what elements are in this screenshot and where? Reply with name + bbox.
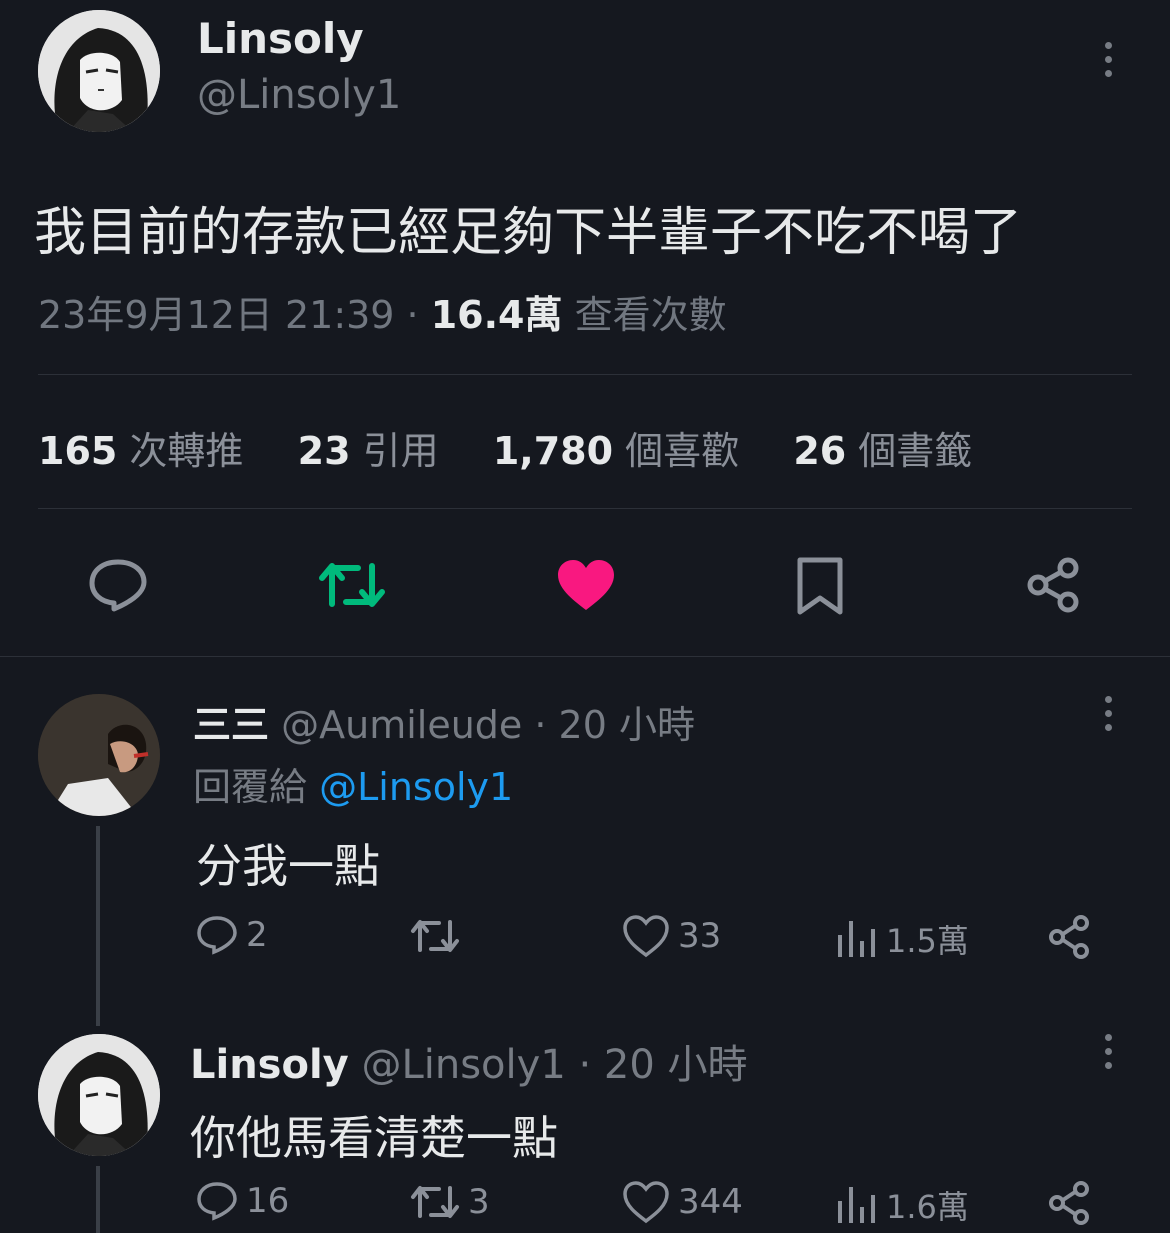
- view-count: 16.4萬: [430, 293, 563, 337]
- retweet-icon[interactable]: [318, 558, 386, 612]
- reply-handle[interactable]: @Aumileude: [281, 703, 522, 747]
- retweet-button[interactable]: 3: [410, 1182, 490, 1222]
- quote-stat[interactable]: 23 引用: [298, 429, 439, 473]
- tweet-meta: 23年9月12日 21:39 · 16.4萬 查看次數: [38, 284, 727, 339]
- reply-time[interactable]: · 20 小時: [566, 1042, 747, 1088]
- thread-line: [96, 1166, 100, 1233]
- tweet-timestamp[interactable]: 23年9月12日 21:39 ·: [38, 293, 431, 337]
- views-button[interactable]: 1.5萬: [836, 916, 969, 962]
- reply-to-label: 回覆給: [193, 765, 320, 809]
- reply-avatar[interactable]: [38, 694, 160, 816]
- divider: [38, 374, 1132, 375]
- author-handle[interactable]: @Linsoly1: [197, 72, 401, 118]
- thread-line: [96, 826, 100, 1026]
- heart-outline-icon: [623, 1181, 669, 1224]
- reply-icon: [197, 1182, 237, 1221]
- profile-image: [38, 694, 160, 816]
- share-icon[interactable]: [1046, 1180, 1092, 1226]
- reply-header: 三三 @Aumileude · 20 小時: [193, 694, 695, 749]
- retweet-icon: [411, 920, 459, 952]
- like-stat[interactable]: 1,780 個喜歡: [493, 429, 739, 473]
- tweet-text: 我目前的存款已經足夠下半輩子不吃不喝了: [34, 203, 1023, 263]
- reply-display-name[interactable]: Linsoly: [190, 1042, 349, 1088]
- reply-text: 分我一點: [196, 839, 380, 893]
- view-count-label: 查看次數: [562, 293, 727, 337]
- like-count: 344: [678, 1182, 743, 1222]
- reply-display-name[interactable]: 三三: [193, 703, 269, 747]
- more-options-icon[interactable]: [1105, 42, 1113, 84]
- retweet-count: 3: [468, 1182, 490, 1222]
- reply-button[interactable]: 2: [196, 914, 268, 956]
- retweet-icon: [411, 1186, 459, 1218]
- views-button[interactable]: 1.6萬: [836, 1182, 969, 1228]
- reply-to-line: 回覆給 @Linsoly1: [193, 756, 513, 811]
- like-count: 33: [678, 916, 722, 956]
- reply-count: 16: [246, 1181, 290, 1221]
- reply-to-handle[interactable]: @Linsoly1: [319, 765, 513, 809]
- divider: [0, 656, 1170, 657]
- bookmark-icon[interactable]: [796, 556, 844, 616]
- engagement-stats: 165 次轉推 23 引用 1,780 個喜歡 26 個書籤: [38, 420, 972, 475]
- divider: [38, 508, 1132, 509]
- reply-button[interactable]: 16: [196, 1180, 289, 1222]
- analytics-icon: [838, 1187, 875, 1223]
- anime-avatar-image: [38, 10, 160, 132]
- like-button[interactable]: 344: [622, 1180, 743, 1224]
- bookmark-stat[interactable]: 26 個書籤: [793, 429, 972, 473]
- reply-time[interactable]: · 20 小時: [522, 703, 695, 747]
- reply-handle[interactable]: @Linsoly1: [361, 1042, 565, 1088]
- anime-avatar-image: [38, 1034, 160, 1156]
- author-avatar[interactable]: [38, 10, 160, 132]
- share-icon[interactable]: [1046, 914, 1092, 960]
- more-options-icon[interactable]: [1105, 1034, 1113, 1076]
- reply-icon[interactable]: [88, 556, 148, 612]
- analytics-icon: [838, 921, 875, 957]
- retweet-button[interactable]: [410, 916, 468, 956]
- reply-avatar[interactable]: [38, 1034, 160, 1156]
- reply-text: 你他馬看清楚一點: [190, 1111, 558, 1165]
- author-display-name[interactable]: Linsoly: [197, 14, 364, 63]
- share-icon[interactable]: [1024, 556, 1082, 614]
- reply-icon: [197, 916, 237, 955]
- reply-count: 2: [246, 915, 268, 955]
- view-count: 1.6萬: [886, 1188, 969, 1226]
- like-button[interactable]: 33: [622, 914, 721, 958]
- retweet-stat[interactable]: 165 次轉推: [38, 429, 243, 473]
- heart-icon[interactable]: [556, 558, 616, 612]
- more-options-icon[interactable]: [1105, 696, 1113, 738]
- view-count: 1.5萬: [886, 922, 969, 960]
- reply-header: Linsoly @Linsoly1 · 20 小時: [190, 1032, 748, 1090]
- heart-outline-icon: [623, 915, 669, 958]
